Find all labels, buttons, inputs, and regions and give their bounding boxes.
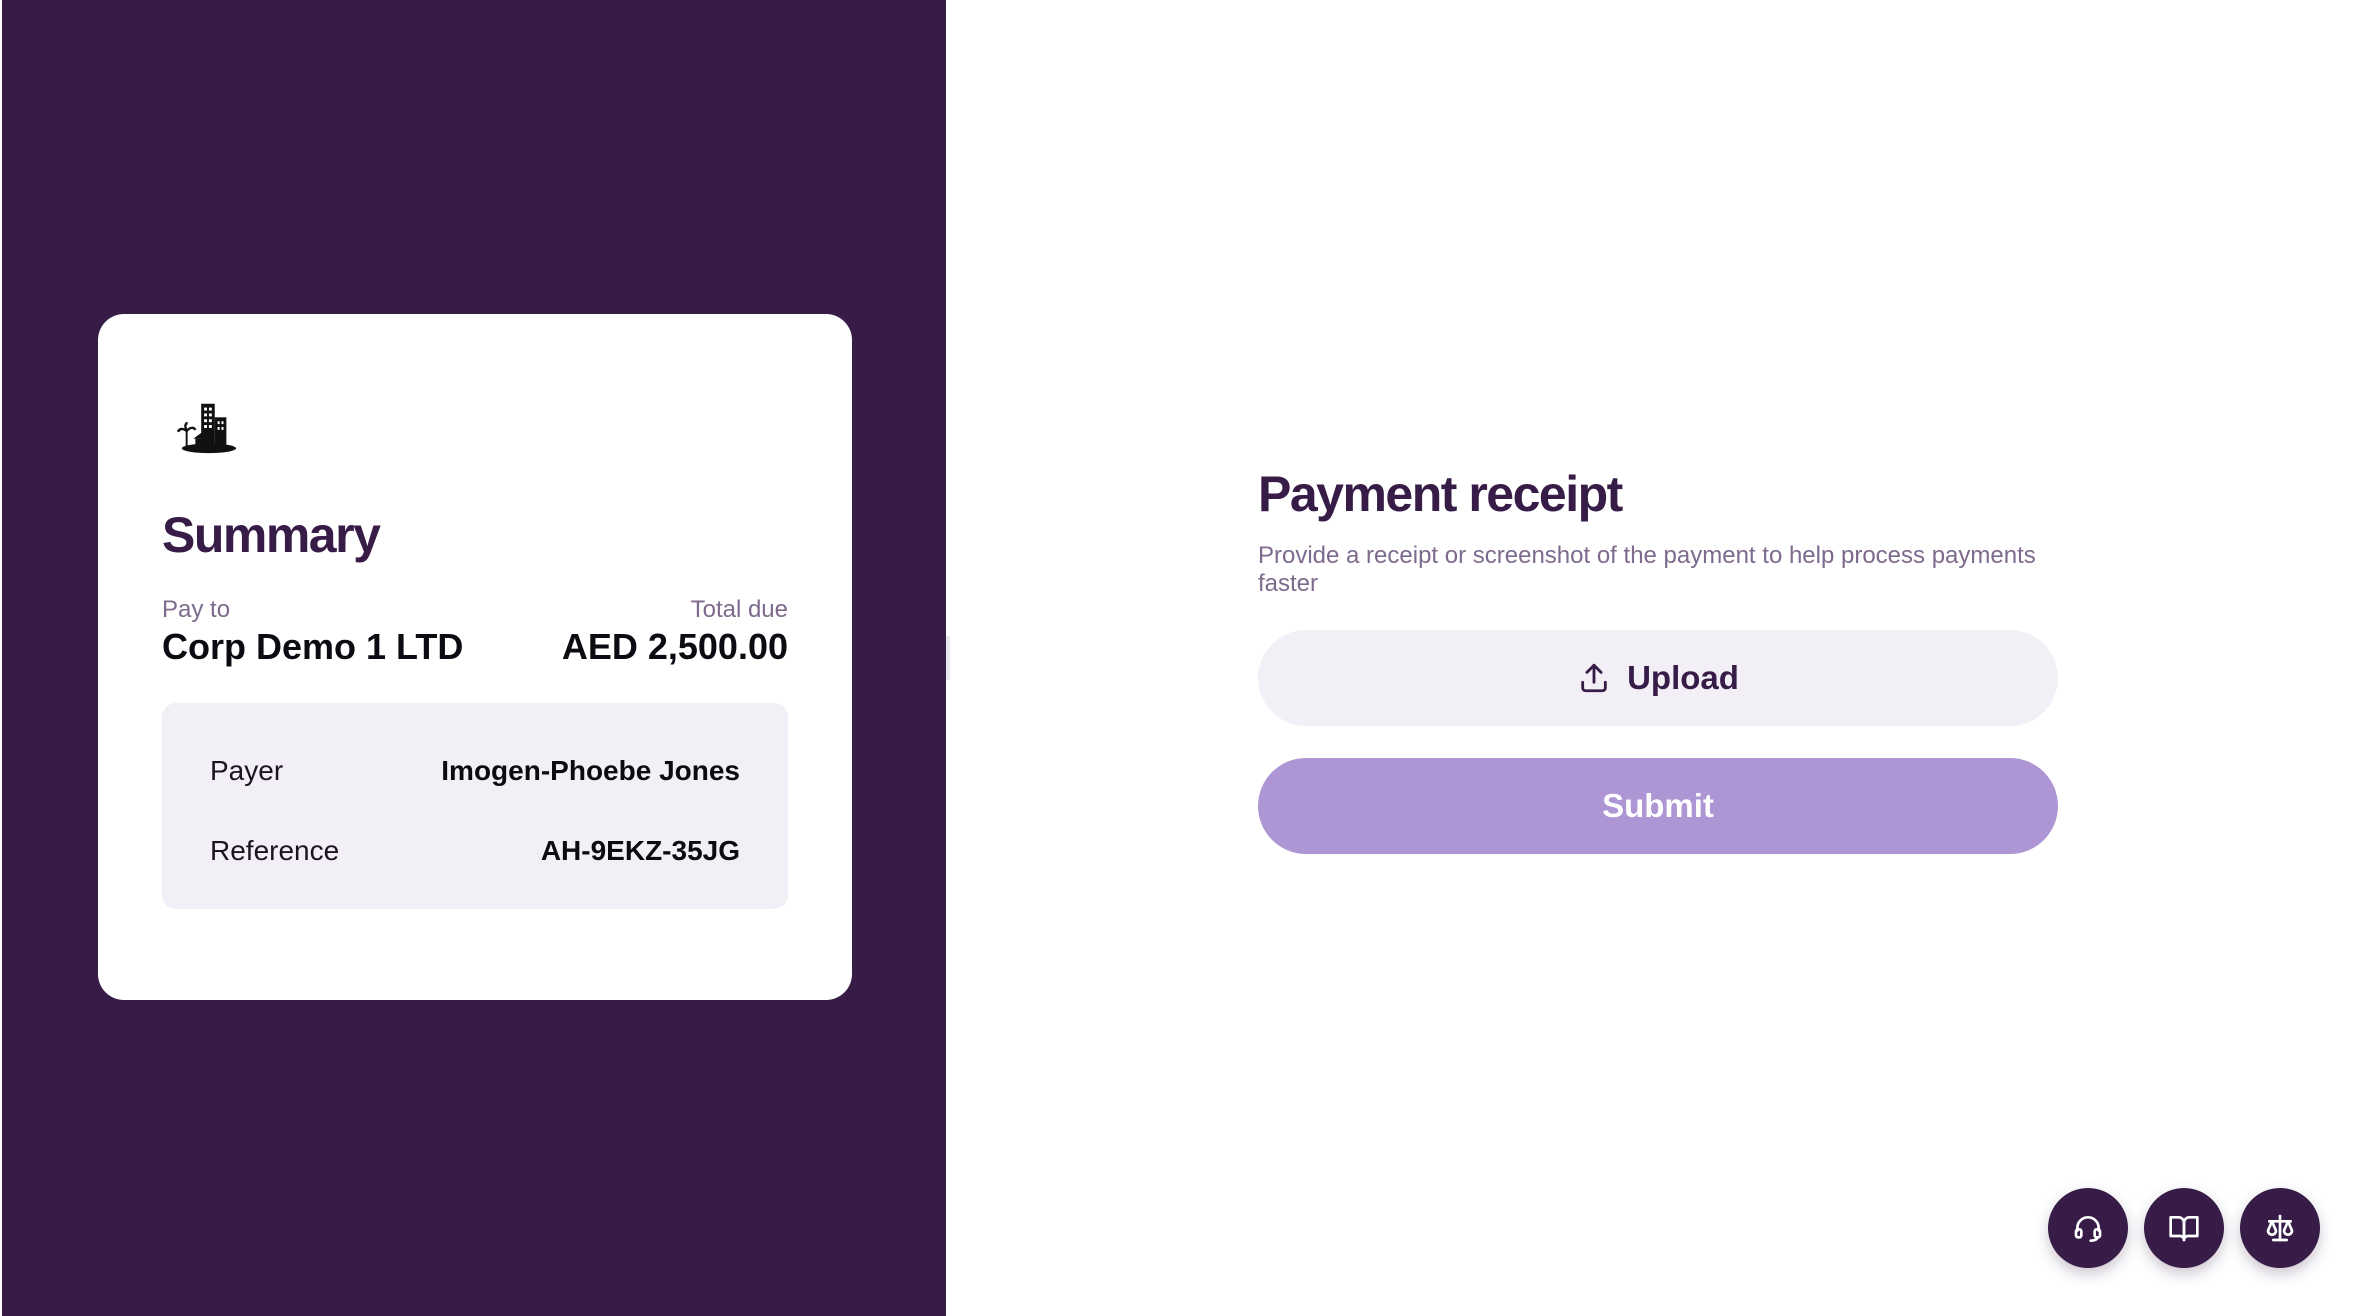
payer-label: Payer — [210, 755, 284, 786]
panel-divider — [946, 636, 950, 680]
receipt-title: Payment receipt — [1258, 466, 1623, 522]
support-button[interactable] — [2048, 1188, 2128, 1268]
pay-row: Pay to Corp Demo 1 LTD Total due AED 2,5… — [162, 595, 788, 669]
payment-details: Payer Imogen-Phoebe Jones Reference AH-9… — [162, 703, 788, 909]
pay-to-label: Pay to — [162, 596, 231, 623]
upload-button[interactable]: Upload — [1258, 630, 2058, 726]
pay-to: Pay to Corp Demo 1 LTD — [162, 595, 463, 669]
help-buttons — [2048, 1188, 2320, 1268]
building-logo-icon — [176, 403, 237, 454]
total-due: Total due AED 2,500.00 — [562, 595, 788, 669]
summary-title: Summary — [162, 507, 381, 563]
guide-button[interactable] — [2144, 1188, 2224, 1268]
upload-label: Upload — [1627, 659, 1739, 696]
page: Summary Pay to Corp Demo 1 LTD Total due… — [0, 0, 2368, 1316]
upload-icon — [1581, 663, 1607, 693]
reference-value: AH-9EKZ-35JG — [540, 835, 740, 866]
payer-value: Imogen-Phoebe Jones — [441, 755, 740, 786]
detail-row-reference: Reference AH-9EKZ-35JG — [210, 833, 740, 869]
pay-to-value: Corp Demo 1 LTD — [162, 626, 464, 667]
submit-button[interactable]: Submit — [1258, 758, 2058, 854]
payment-receipt-section: Payment receipt Provide a receipt or scr… — [1258, 464, 2058, 854]
total-due-label: Total due — [690, 596, 788, 623]
reference-label: Reference — [210, 835, 340, 866]
book-icon — [2169, 1216, 2199, 1242]
summary-panel: Summary Pay to Corp Demo 1 LTD Total due… — [2, 0, 946, 1316]
receipt-description: Provide a receipt or screenshot of the p… — [1258, 542, 2036, 597]
detail-row-payer: Payer Imogen-Phoebe Jones — [210, 753, 740, 789]
headset-icon — [2074, 1216, 2102, 1242]
summary-card: Summary Pay to Corp Demo 1 LTD Total due… — [98, 314, 852, 1000]
total-due-value: AED 2,500.00 — [561, 626, 788, 667]
legal-button[interactable] — [2240, 1188, 2320, 1268]
scales-icon — [2266, 1214, 2294, 1242]
